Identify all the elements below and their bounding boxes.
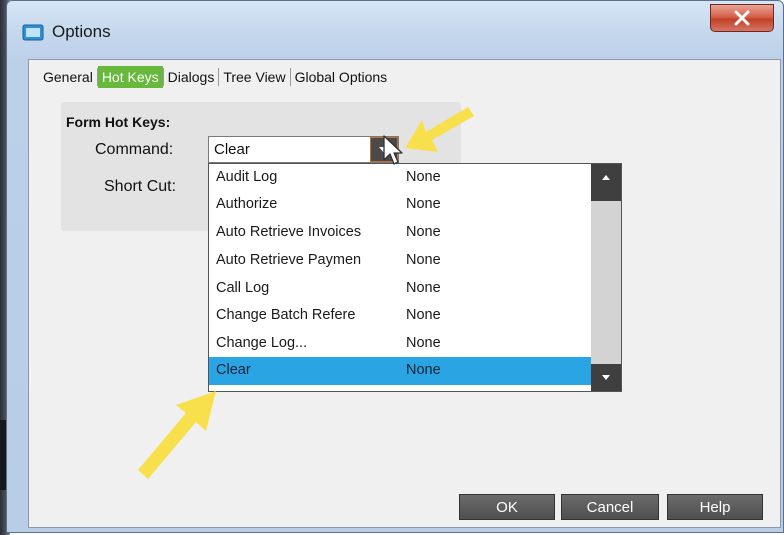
list-item-shortcut: None <box>406 196 441 212</box>
tab-strip: General Hot Keys Dialogs Tree View Globa… <box>39 66 391 88</box>
list-item-shortcut: None <box>406 280 441 296</box>
close-button[interactable] <box>710 4 774 32</box>
tab-dialogs[interactable]: Dialogs <box>164 66 219 88</box>
tab-tree-view[interactable]: Tree View <box>219 66 289 88</box>
list-item-shortcut: None <box>406 307 441 323</box>
list-item-selected[interactable]: Clear None <box>209 357 591 385</box>
scroll-thumb[interactable] <box>591 191 621 201</box>
command-dropdown-list[interactable]: Audit Log None Authorize None Auto Retri… <box>208 163 622 392</box>
yellow-arrow-icon <box>405 107 474 152</box>
list-item-name: Auto Retrieve Paymen <box>216 252 362 268</box>
triangle-down-icon <box>602 375 610 380</box>
list-item[interactable]: Auto Retrieve Invoices None <box>209 219 591 246</box>
list-item-shortcut: None <box>406 169 441 185</box>
window-title: Options <box>52 22 111 41</box>
list-scrollbar[interactable] <box>591 164 621 391</box>
options-dialog: Options General Hot Keys Dialogs Tree Vi… <box>6 0 784 533</box>
list-item-name: Clear <box>216 362 251 378</box>
list-item-shortcut: None <box>406 362 441 378</box>
scroll-up-button[interactable] <box>591 164 621 191</box>
list-item[interactable]: Change Log... None <box>209 330 591 357</box>
tab-general[interactable]: General <box>39 66 97 88</box>
list-item-name: Change Batch Refere <box>216 307 356 323</box>
list-item-name: Authorize <box>216 196 278 212</box>
list-item-name: Audit Log <box>216 169 278 185</box>
list-item-shortcut: None <box>406 224 441 240</box>
list-item[interactable]: Auto Retrieve Paymen None <box>209 247 591 274</box>
triangle-up-icon <box>602 175 610 180</box>
group-label: Form Hot Keys: <box>66 114 171 130</box>
list-item[interactable]: Call Log None <box>209 275 591 302</box>
scroll-down-button[interactable] <box>591 364 621 391</box>
ok-button[interactable]: OK <box>459 494 555 520</box>
list-item[interactable]: Audit Log None <box>209 164 591 191</box>
command-label: Command: <box>95 141 174 158</box>
window-icon <box>22 24 44 41</box>
list-item[interactable]: Change Batch Refere None <box>209 302 591 329</box>
cancel-button[interactable]: Cancel <box>561 494 659 520</box>
tab-hot-keys[interactable]: Hot Keys <box>97 66 163 88</box>
close-x-icon <box>734 10 750 26</box>
yellow-arrow-icon <box>138 391 216 479</box>
title-bar[interactable]: Options <box>7 1 783 59</box>
list-item[interactable]: Authorize None <box>209 191 591 218</box>
shortcut-label: Short Cut: <box>104 178 177 195</box>
help-button[interactable]: Help <box>667 494 763 520</box>
tab-global-options[interactable]: Global Options <box>291 66 392 88</box>
list-item-shortcut: None <box>406 335 441 351</box>
list-item-name: Change Log... <box>216 335 308 351</box>
command-combobox[interactable]: Clear <box>208 136 399 163</box>
command-combobox-value: Clear <box>214 141 250 158</box>
list-item-shortcut: None <box>406 252 441 268</box>
list-item-name: Auto Retrieve Invoices <box>216 224 362 240</box>
list-item-name: Call Log <box>216 280 270 296</box>
